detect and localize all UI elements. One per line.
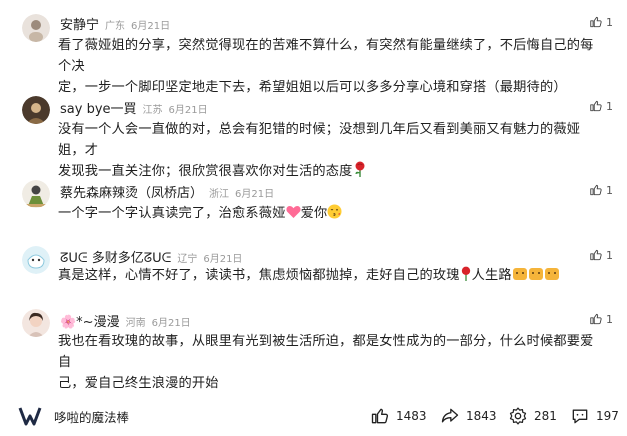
comment-line: 一个字一个字认真读完了，治愈系薇娅 爱你 bbox=[58, 203, 606, 226]
comment-line: 定，一步一个脚印坚定地走下去，希望姐姐以后可以多多分享心境和穿搭（最期待的） bbox=[58, 80, 567, 95]
rose-emoji-icon bbox=[353, 161, 367, 184]
author-brand[interactable]: 哆啦的魔法棒 bbox=[18, 406, 129, 426]
brand-name: 哆啦的魔法棒 bbox=[54, 409, 130, 425]
share-icon bbox=[441, 408, 459, 423]
comment-location: 河南 bbox=[125, 318, 146, 329]
favorite-total: 281 bbox=[534, 409, 557, 423]
comment-author[interactable]: say bye一買 江苏 6月21日 bbox=[60, 98, 208, 117]
comment-bubble-icon bbox=[572, 409, 588, 424]
comment-date: 6月21日 bbox=[203, 254, 243, 265]
comment-date: 6月21日 bbox=[151, 318, 191, 329]
favorite-action-button[interactable]: 281 bbox=[508, 406, 557, 426]
author-name[interactable]: 🌸*~漫漫 bbox=[60, 315, 120, 330]
like-count: 1 bbox=[606, 312, 613, 326]
comment-text: 真是这样，心情不好了，读读书，焦虑烦恼都抛掉，走好自己的玫瑰 人生路 bbox=[58, 265, 606, 288]
thumb-up-icon bbox=[590, 100, 602, 112]
comment-line: 己，爱自己终生浪漫的开始 bbox=[58, 376, 219, 391]
comment-text: 没有一个人会一直做的对，总会有犯错的时候；没想到几年后又看到美丽又有魅力的薇娅姐… bbox=[58, 119, 606, 184]
comment-line-text: 人生路 bbox=[471, 268, 512, 283]
comment-author[interactable]: 蔡先森麻辣烫（凤桥店） 浙江 6月21日 bbox=[60, 182, 274, 201]
author-name[interactable]: say bye一買 bbox=[60, 102, 137, 117]
comment-line: 看了薇娅姐的分享，突然觉得现在的苦难不算什么，有突然有能量继续了，不后悔自己的每… bbox=[58, 38, 594, 74]
avatar[interactable] bbox=[22, 180, 50, 208]
avatar[interactable] bbox=[22, 14, 50, 42]
like-count: 1 bbox=[606, 248, 613, 262]
comment-author[interactable]: ᘔᑌᕮ 多财多亿ᘔᑌᕮ 辽宁 6月21日 bbox=[60, 247, 242, 266]
like-count: 1 bbox=[606, 99, 613, 113]
share-total: 1843 bbox=[466, 409, 497, 423]
comment-line: 真是这样，心情不好了，读读书，焦虑烦恼都抛掉，走好自己的玫瑰 人生路 bbox=[58, 265, 606, 288]
like-button[interactable]: 1 bbox=[589, 183, 613, 197]
rose-emoji-icon bbox=[460, 266, 472, 288]
comment-location: 辽宁 bbox=[177, 254, 198, 265]
comment-line: 我也在看玫瑰的故事，从眼里有光到被生活所迫，都是女性成为的一部分，什么时候都要爱… bbox=[58, 334, 594, 370]
author-name[interactable]: 安静宁 bbox=[60, 18, 99, 33]
comment-date: 6月21日 bbox=[131, 21, 171, 32]
comment-line-text: 真是这样，心情不好了，读读书，焦虑烦恼都抛掉，走好自己的玫瑰 bbox=[58, 268, 460, 283]
bottom-action-bar: 哆啦的魔法棒 1483 1843 281 197 bbox=[0, 396, 627, 436]
comment-text: 看了薇娅姐的分享，突然觉得现在的苦难不算什么，有突然有能量继续了，不后悔自己的每… bbox=[58, 35, 606, 98]
author-name[interactable]: 蔡先森麻辣烫（凤桥店） bbox=[60, 186, 203, 201]
like-button[interactable]: 1 bbox=[589, 15, 613, 29]
brand-logo-icon bbox=[18, 407, 42, 426]
comment-line: 发现我一直关注你；很欣赏很喜欢你对生活的态度 bbox=[58, 161, 606, 184]
avatar[interactable] bbox=[22, 309, 50, 337]
comment-action-button[interactable]: 197 bbox=[570, 406, 619, 426]
like-action-button[interactable]: 1483 bbox=[370, 406, 427, 426]
thumb-up-icon bbox=[590, 313, 602, 325]
kiss-emoji-icon bbox=[327, 204, 342, 226]
comment-author[interactable]: 🌸*~漫漫 河南 6月21日 bbox=[60, 311, 191, 330]
like-count: 1 bbox=[606, 183, 613, 197]
thumb-up-icon bbox=[590, 184, 602, 196]
share-action-button[interactable]: 1843 bbox=[440, 406, 497, 426]
comment-date: 6月21日 bbox=[235, 189, 275, 200]
comment-total: 197 bbox=[596, 409, 619, 423]
comment-line-text: 发现我一直关注你；很欣赏很喜欢你对生活的态度 bbox=[58, 164, 353, 179]
comment-text: 一个字一个字认真读完了，治愈系薇娅 爱你 bbox=[58, 203, 606, 226]
comment-line-text: 爱你 bbox=[300, 206, 328, 221]
comment-location: 浙江 bbox=[209, 189, 230, 200]
thumb-up-icon bbox=[371, 408, 389, 424]
thumb-up-icon bbox=[590, 249, 602, 261]
thumb-up-icon bbox=[590, 16, 602, 28]
comment-date: 6月21日 bbox=[168, 105, 208, 116]
like-button[interactable]: 1 bbox=[589, 248, 613, 262]
comment-author[interactable]: 安静宁 广东 6月21日 bbox=[60, 14, 170, 33]
like-total: 1483 bbox=[396, 409, 427, 423]
settings-gear-icon bbox=[509, 407, 527, 425]
comment-line-text: 一个字一个字认真读完了，治愈系薇娅 bbox=[58, 206, 286, 221]
heart-emoji-icon bbox=[286, 205, 301, 226]
like-button[interactable]: 1 bbox=[589, 99, 613, 113]
avatar[interactable] bbox=[22, 96, 50, 124]
author-name[interactable]: ᘔᑌᕮ 多财多亿ᘔᑌᕮ bbox=[60, 251, 171, 266]
cheers-emoji-icon bbox=[512, 266, 560, 288]
like-count: 1 bbox=[606, 15, 613, 29]
comment-text: 我也在看玫瑰的故事，从眼里有光到被生活所迫，都是女性成为的一部分，什么时候都要爱… bbox=[58, 331, 606, 394]
comment-location: 广东 bbox=[105, 21, 126, 32]
avatar[interactable] bbox=[22, 246, 50, 274]
comment-location: 江苏 bbox=[142, 105, 163, 116]
comment-line: 没有一个人会一直做的对，总会有犯错的时候；没想到几年后又看到美丽又有魅力的薇娅姐… bbox=[58, 122, 581, 158]
like-button[interactable]: 1 bbox=[589, 312, 613, 326]
